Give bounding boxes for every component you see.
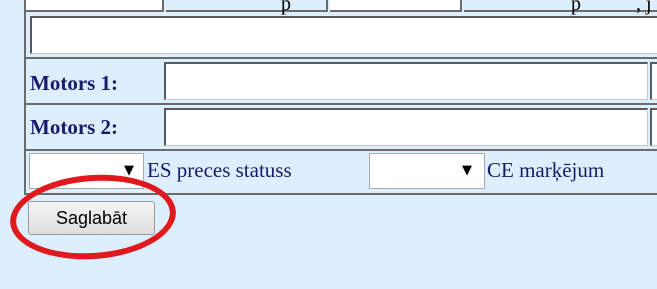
top-text-fragment-b: p	[571, 0, 581, 15]
motor1-input[interactable]	[164, 62, 648, 100]
top-cell-1	[26, 0, 164, 12]
motor1-extra-input[interactable]	[650, 62, 657, 100]
top-cell-3	[330, 0, 462, 12]
top-cell-2	[166, 0, 328, 12]
motor2-label: Motors 2:	[30, 115, 119, 139]
es-status-select[interactable]: ▼	[369, 153, 485, 189]
ce-marking-label: CE marķējum	[487, 158, 605, 182]
motor1-label: Motors 1:	[30, 71, 119, 95]
es-status-label: ES preces statuss	[147, 158, 292, 182]
top-text-fragment-a: p	[281, 0, 291, 15]
page-left-margin	[0, 0, 8, 289]
top-text-fragment-c: , j	[636, 0, 652, 15]
motor2-input[interactable]	[164, 108, 648, 146]
row-divider	[26, 57, 657, 59]
row-divider	[26, 149, 657, 151]
full-width-text-input[interactable]	[30, 16, 657, 54]
chevron-down-icon: ▼	[462, 163, 472, 178]
motor2-extra-input[interactable]	[650, 108, 657, 146]
vehicle-form-table: p p , j Motors 1: Motors 2: ▼ ES preces …	[24, 0, 657, 195]
top-partial-row: p p , j	[26, 0, 657, 15]
row-divider	[26, 103, 657, 105]
top-cell-4	[464, 0, 657, 12]
